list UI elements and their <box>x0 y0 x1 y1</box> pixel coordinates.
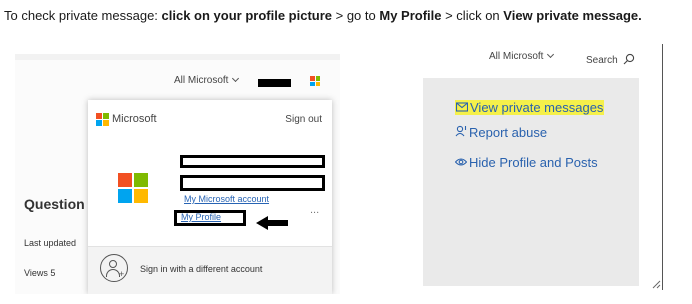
top-bar <box>15 54 340 60</box>
redacted-name <box>180 155 325 168</box>
arrow-left-icon <box>256 216 288 230</box>
resize-handle-icon[interactable] <box>652 280 661 289</box>
account-popup: Microsoft Sign out My Microsoft account … <box>88 100 332 294</box>
search-button[interactable]: Search <box>586 51 635 66</box>
instruction-step-view-private-message: View private message. <box>503 8 642 23</box>
eye-icon <box>454 157 469 170</box>
highlight: View private messages <box>455 100 605 115</box>
instruction-separator: > click on <box>441 8 504 23</box>
report-abuse-link[interactable]: Report abuse <box>455 125 547 140</box>
view-private-messages-label: View private messages <box>470 100 604 115</box>
sign-in-different-account[interactable]: + Sign in with a different account <box>88 246 332 294</box>
instruction-step-profile-picture: click on your profile picture <box>161 8 333 23</box>
instruction-separator: > go to <box>332 8 380 23</box>
instruction-step-my-profile: My Profile <box>379 8 442 23</box>
report-abuse-label: Report abuse <box>469 125 548 140</box>
profile-actions-panel: View private messages Report abuse Hide … <box>423 78 639 286</box>
all-microsoft-label: All Microsoft <box>174 75 229 86</box>
hide-profile-label: Hide Profile and Posts <box>469 155 598 170</box>
profile-picture-icon[interactable] <box>118 173 148 203</box>
all-microsoft-label: All Microsoft <box>489 51 544 62</box>
hide-profile-link[interactable]: Hide Profile and Posts <box>454 155 598 170</box>
question-heading: Question <box>24 196 85 212</box>
chevron-down-icon <box>232 74 240 83</box>
redacted-email <box>180 175 325 191</box>
sign-out-link[interactable]: Sign out <box>285 114 322 125</box>
instruction-prefix: To check private message: <box>4 8 162 23</box>
last-updated-label: Last updated <box>24 238 77 248</box>
search-label: Search <box>586 55 618 66</box>
my-microsoft-account-link[interactable]: My Microsoft account <box>184 194 269 204</box>
my-profile-link[interactable]: My Profile <box>181 212 221 222</box>
microsoft-logo-icon <box>310 76 320 86</box>
right-screenshot: All Microsoft Search View private messag… <box>423 44 663 290</box>
microsoft-brand: Microsoft <box>112 113 157 125</box>
divider <box>662 44 663 290</box>
header-bar: All Microsoft Search <box>423 44 663 78</box>
instruction-text: To check private message: click on your … <box>4 8 692 23</box>
envelope-icon <box>455 102 470 115</box>
chevron-down-icon <box>547 50 555 59</box>
views-count: Views 5 <box>24 268 56 278</box>
all-microsoft-menu[interactable]: All Microsoft <box>489 50 555 62</box>
more-options-icon[interactable]: ... <box>310 204 319 216</box>
all-microsoft-menu[interactable]: All Microsoft <box>174 74 240 86</box>
search-icon <box>624 53 635 65</box>
view-private-messages-link[interactable]: View private messages <box>455 100 605 115</box>
sign-in-different-account-label: Sign in with a different account <box>140 264 263 274</box>
redaction-bar <box>258 79 291 87</box>
report-user-icon <box>455 125 469 140</box>
microsoft-logo-icon <box>96 113 109 126</box>
add-account-icon: + <box>100 254 128 282</box>
left-screenshot: All Microsoft Question Last updated View… <box>15 54 340 294</box>
